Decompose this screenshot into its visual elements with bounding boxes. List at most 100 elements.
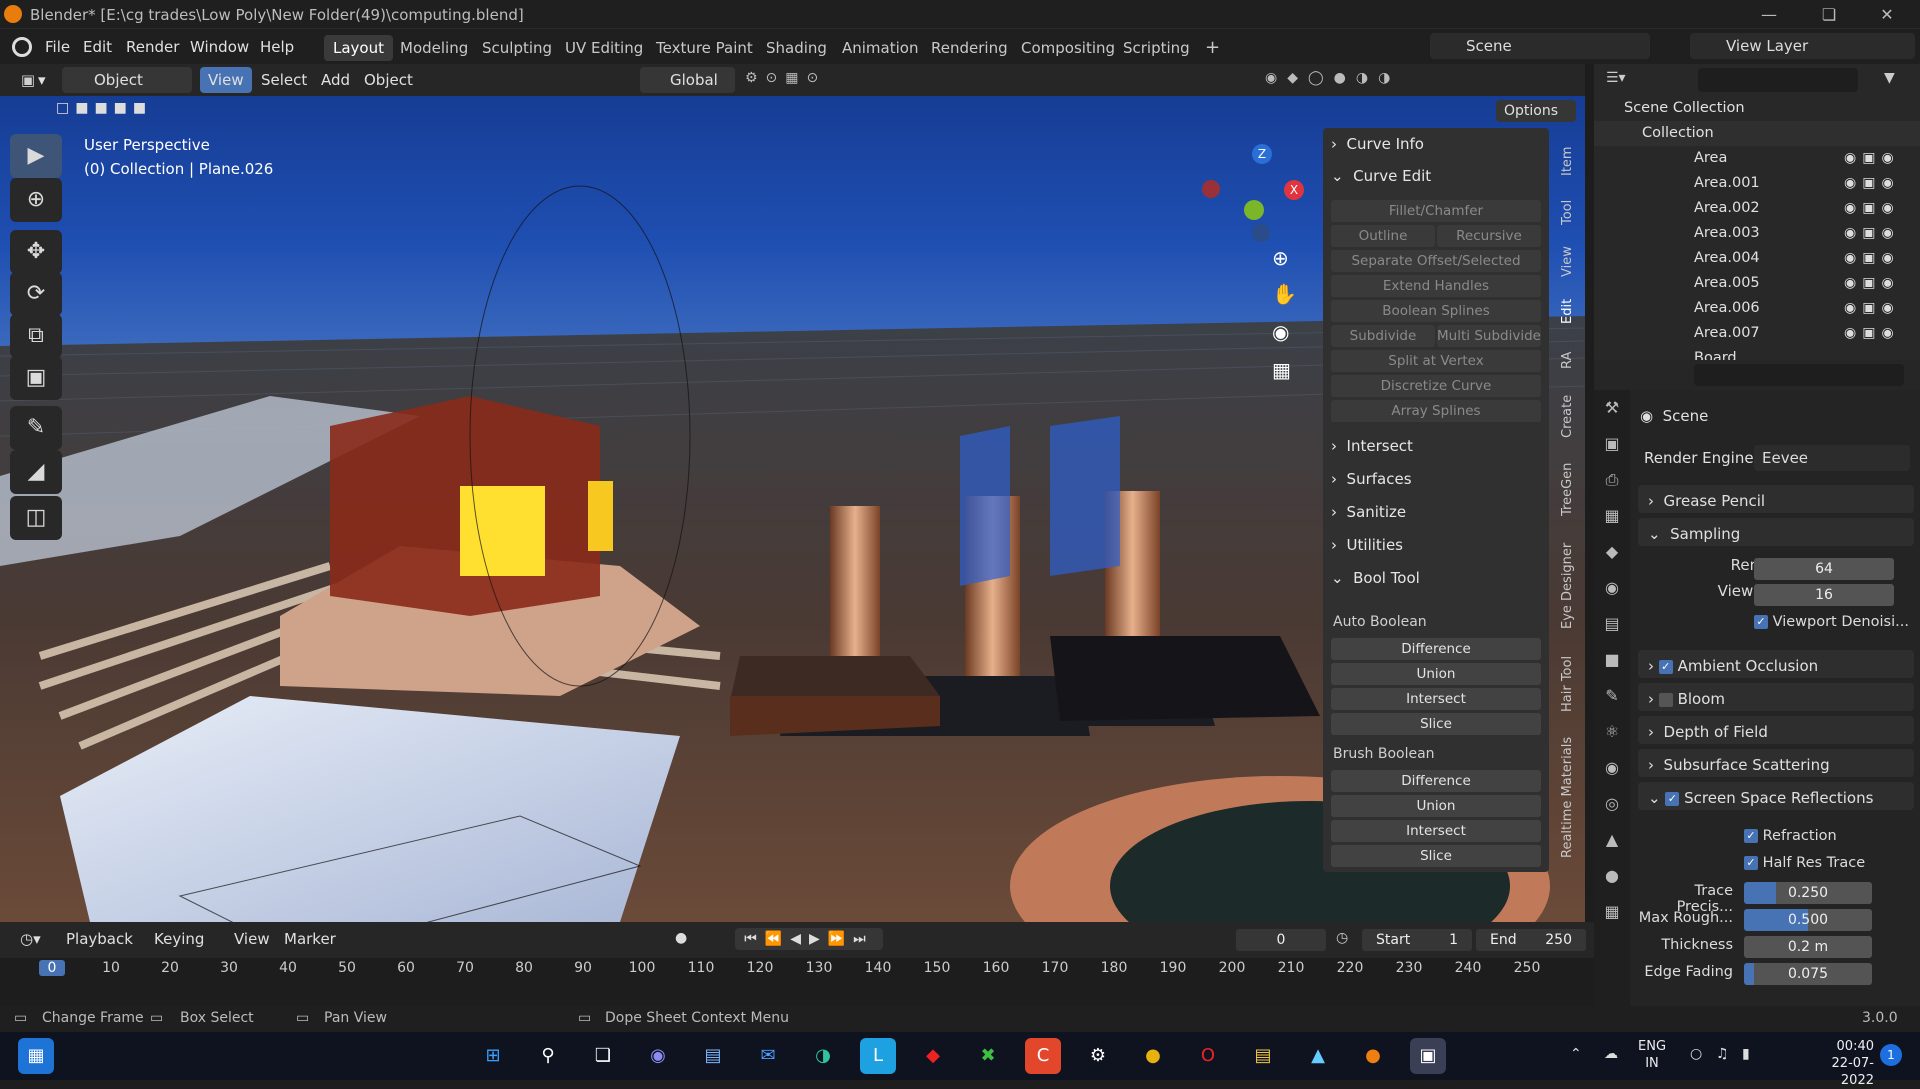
xbox-icon[interactable]: ✖	[970, 1038, 1006, 1074]
auto-slice-button[interactable]: Slice	[1331, 713, 1541, 735]
timeline-view-menu[interactable]: View	[226, 926, 278, 952]
menu-render[interactable]: Render	[119, 35, 186, 59]
measure-tool[interactable]: ◢	[10, 450, 62, 494]
volume-icon[interactable]: ♫	[1716, 1046, 1729, 1062]
blender-taskbar-icon[interactable]: ●	[1355, 1038, 1391, 1074]
tab-shading[interactable]: Shading	[757, 35, 836, 61]
end-frame-field[interactable]: End 250	[1476, 929, 1586, 951]
settings-icon[interactable]: ⚙	[1080, 1038, 1116, 1074]
render-samples-field[interactable]: 64	[1754, 558, 1894, 580]
fillet-chamfer-button[interactable]: Fillet/Chamfer	[1331, 200, 1541, 222]
panel-intersect[interactable]: › Intersect	[1331, 432, 1413, 460]
pan-hand-icon[interactable]: ✋	[1272, 282, 1297, 306]
max-roughness-slider[interactable]: 0.500	[1744, 909, 1872, 931]
close-button[interactable]: ✕	[1864, 3, 1910, 27]
start-frame-field[interactable]: Start 1	[1362, 929, 1472, 951]
panel-surfaces[interactable]: › Surfaces	[1331, 465, 1412, 493]
tab-treegen[interactable]: TreeGen	[1560, 458, 1582, 520]
menu-select[interactable]: Select	[253, 67, 315, 93]
marker-menu[interactable]: Marker	[276, 926, 344, 952]
panel-grease-pencil[interactable]: › Grease Pencil	[1638, 485, 1914, 513]
tab-view[interactable]: View	[1560, 242, 1582, 282]
edge-icon[interactable]: ◑	[805, 1038, 841, 1074]
globe-icon[interactable]: ○	[1690, 1046, 1702, 1062]
tab-texture-paint[interactable]: Texture Paint	[647, 35, 762, 61]
playback-controls[interactable]: ⏮⏪◀▶⏩⏭	[735, 928, 883, 950]
panel-subsurface-scattering[interactable]: › Subsurface Scattering	[1638, 749, 1914, 777]
trace-precision-slider[interactable]: 0.250	[1744, 882, 1872, 904]
timeline-ruler[interactable]: 0 10 20 30 40 50 60 70 80 90 100 110 120 130 140 150 160…	[0, 958, 1594, 980]
office-icon[interactable]: C	[1025, 1038, 1061, 1074]
tab-sculpting[interactable]: Sculpting	[473, 35, 561, 61]
selection-mode-icons[interactable]: □■■■■	[56, 100, 176, 120]
menu-file[interactable]: File	[38, 35, 77, 59]
clock[interactable]: 00:40 22-07-2022	[1800, 1038, 1874, 1089]
auto-intersect-button[interactable]: Intersect	[1331, 688, 1541, 710]
add-workspace-icon[interactable]: +	[1196, 35, 1229, 61]
panel-sanitize[interactable]: › Sanitize	[1331, 498, 1406, 526]
widgets-icon[interactable]: ▦	[18, 1038, 54, 1074]
panel-curve-info[interactable]: › Curve Info	[1331, 130, 1424, 158]
select-tool[interactable]: ▶	[10, 134, 62, 178]
start-icon[interactable]: ⊞	[475, 1038, 511, 1074]
edge-fading-slider[interactable]: 0.075	[1744, 963, 1872, 985]
tab-edit[interactable]: Edit	[1560, 296, 1582, 326]
tab-compositing[interactable]: Compositing	[1012, 35, 1124, 61]
panel-utilities[interactable]: › Utilities	[1331, 531, 1403, 559]
refraction-checkbox[interactable]: ✓ Refraction	[1744, 828, 1837, 844]
tab-scripting[interactable]: Scripting	[1114, 35, 1199, 61]
mode-dropdown[interactable]: Object Mode	[62, 67, 192, 115]
panel-bloom[interactable]: › Bloom	[1638, 683, 1914, 711]
auto-union-button[interactable]: Union	[1331, 663, 1541, 685]
scene-collection-row[interactable]: Scene Collection	[1594, 96, 1920, 121]
orientation-dropdown[interactable]: Global	[640, 67, 735, 93]
gizmo-z-axis[interactable]: Z	[1252, 144, 1272, 164]
render-engine-dropdown[interactable]: Eevee	[1754, 445, 1910, 471]
thickness-field[interactable]: 0.2 m	[1744, 936, 1872, 958]
chat-icon[interactable]: ◉	[640, 1038, 676, 1074]
viewport-denoise-checkbox[interactable]: ✓ Viewport Denoisi...	[1754, 614, 1909, 630]
tab-layout[interactable]: Layout	[324, 35, 393, 61]
tab-uv-editing[interactable]: UV Editing	[556, 35, 652, 61]
current-frame-field[interactable]: 0	[1236, 929, 1326, 951]
network-off-icon[interactable]: ☁	[1604, 1046, 1618, 1062]
viewport-samples-field[interactable]: 16	[1754, 584, 1894, 606]
subdivide-button[interactable]: Subdivide	[1331, 325, 1435, 347]
options-dropdown[interactable]: Options	[1496, 100, 1576, 122]
collection-row[interactable]: Collection	[1594, 121, 1920, 146]
transform-tool[interactable]: ▣	[10, 356, 62, 400]
chrome-icon[interactable]: ●	[1135, 1038, 1171, 1074]
timeline-editor-icon[interactable]: ◷▾	[12, 926, 49, 952]
language-indicator[interactable]: ENG IN	[1638, 1038, 1666, 1072]
tab-hair-tool[interactable]: Hair Tool	[1560, 652, 1582, 716]
move-tool[interactable]: ✥	[10, 230, 62, 274]
array-splines-button[interactable]: Array Splines	[1331, 400, 1541, 422]
outline-button[interactable]: Outline	[1331, 225, 1435, 247]
gizmo-neg-x[interactable]	[1202, 180, 1220, 198]
keying-menu[interactable]: Keying	[146, 926, 212, 952]
rotate-tool[interactable]: ⟳	[10, 272, 62, 316]
menu-add[interactable]: Add	[313, 67, 358, 93]
notification-badge[interactable]: 1	[1880, 1044, 1902, 1066]
auto-difference-button[interactable]: Difference	[1331, 638, 1541, 660]
properties-search-input[interactable]	[1694, 364, 1904, 386]
record-icon[interactable]: ●	[675, 930, 703, 950]
app-icon[interactable]: ▲	[1300, 1038, 1336, 1074]
tab-item[interactable]: Item	[1560, 136, 1582, 186]
camera-icon[interactable]: ◉	[1272, 320, 1289, 344]
tab-rendering[interactable]: Rendering	[922, 35, 1017, 61]
gizmo-x-axis[interactable]: X	[1284, 180, 1304, 200]
tab-modeling[interactable]: Modeling	[391, 35, 477, 61]
active-app-icon[interactable]: ▣	[1410, 1038, 1446, 1074]
grid-view-icon[interactable]: ▦	[1272, 358, 1291, 382]
tray-chevron-icon[interactable]: ⌃	[1570, 1046, 1582, 1062]
scene-selector[interactable]: Scene	[1430, 33, 1650, 59]
menu-window[interactable]: Window	[183, 35, 256, 59]
separate-offset-button[interactable]: Separate Offset/Selected	[1331, 250, 1541, 272]
tab-eye-designer[interactable]: Eye Designer	[1560, 540, 1582, 632]
blender-menu-icon[interactable]	[12, 37, 32, 57]
brush-slice-button[interactable]: Slice	[1331, 845, 1541, 867]
brush-union-button[interactable]: Union	[1331, 795, 1541, 817]
boolean-splines-button[interactable]: Boolean Splines	[1331, 300, 1541, 322]
annotate-tool[interactable]: ✎	[10, 406, 62, 450]
